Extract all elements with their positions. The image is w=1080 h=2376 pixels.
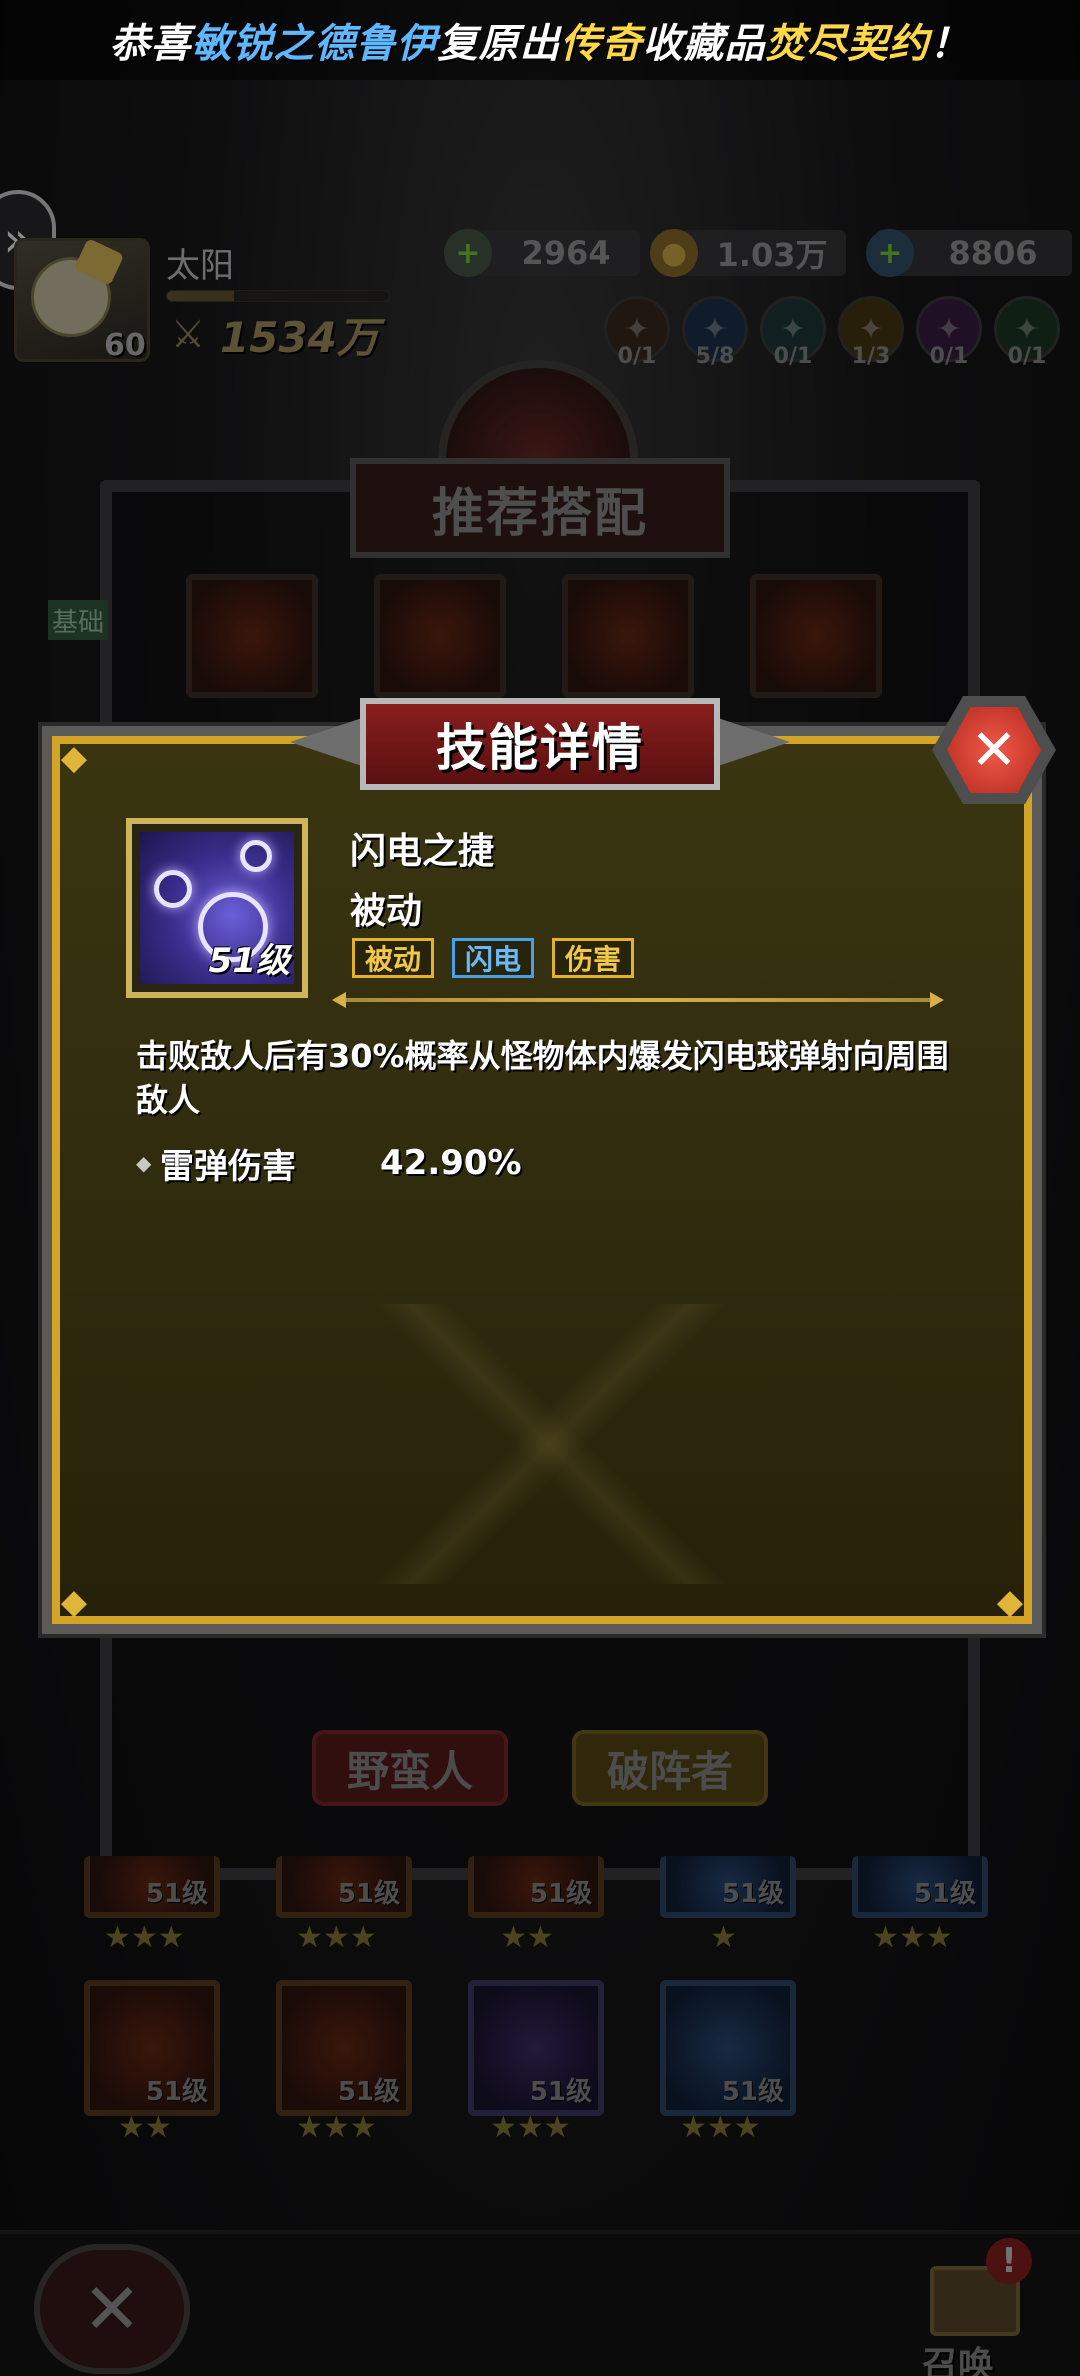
skill-name: 闪电之捷 bbox=[350, 831, 495, 872]
banner-rarity: 传奇 bbox=[560, 21, 643, 67]
title-core: 技能详情 bbox=[360, 698, 720, 790]
tag-passive: 被动 bbox=[352, 938, 435, 978]
modal-title-plate: 技能详情 bbox=[290, 684, 750, 804]
skill-tags: 被动 闪电 伤害 bbox=[352, 938, 635, 978]
corner-ornament-icon: ◆ bbox=[60, 738, 88, 778]
diamond-bullet-icon: ◆ bbox=[136, 1151, 152, 1175]
divider-tip bbox=[332, 992, 346, 1008]
stat-label: 雷弹伤害 bbox=[160, 1146, 296, 1187]
skill-icon-level: 51级 bbox=[208, 941, 290, 981]
close-icon: ✕ bbox=[947, 707, 1041, 793]
arrow-divider bbox=[332, 990, 944, 1010]
orb-shape bbox=[240, 840, 272, 872]
modal-title: 技能详情 bbox=[436, 719, 644, 777]
orb-shape bbox=[154, 870, 192, 908]
skill-description: 击败敌人后有30%概率从怪物体内爆发闪电球弹射向周围敌人 bbox=[136, 1037, 949, 1119]
modal-decoration bbox=[310, 1304, 790, 1584]
banner-text-3: 收藏品 bbox=[642, 21, 766, 67]
banner-item: 焚尽契约 bbox=[765, 21, 930, 67]
lightning-orb-icon: 51级 bbox=[140, 832, 294, 984]
banner-text-1: 恭喜 bbox=[109, 21, 192, 67]
tag-damage: 伤害 bbox=[552, 938, 635, 978]
divider-line bbox=[342, 998, 932, 1002]
skill-type: 被动 bbox=[350, 891, 423, 932]
stat-row: ◆ 雷弹伤害 42.90% bbox=[136, 1140, 522, 1187]
tag-lightning: 闪电 bbox=[452, 938, 535, 978]
game-screen: 恭喜 敏锐之德鲁伊 复原出 传奇 收藏品 焚尽契约 ！ » 60 太阳 ⚔ 15… bbox=[0, 0, 1080, 2376]
skill-icon-frame: 51级 bbox=[126, 818, 308, 998]
banner-player: 敏锐之德鲁伊 bbox=[191, 21, 438, 67]
corner-ornament-icon: ◆ bbox=[60, 1582, 88, 1622]
divider-tip bbox=[930, 992, 944, 1008]
corner-ornament-icon: ◆ bbox=[996, 1582, 1024, 1622]
stat-value: 42.90% bbox=[380, 1143, 522, 1183]
banner-text-4: ！ bbox=[929, 21, 971, 67]
announcement-banner: 恭喜 敏锐之德鲁伊 复原出 传奇 收藏品 焚尽契约 ！ bbox=[0, 0, 1080, 80]
banner-text-2: 复原出 bbox=[437, 21, 561, 67]
